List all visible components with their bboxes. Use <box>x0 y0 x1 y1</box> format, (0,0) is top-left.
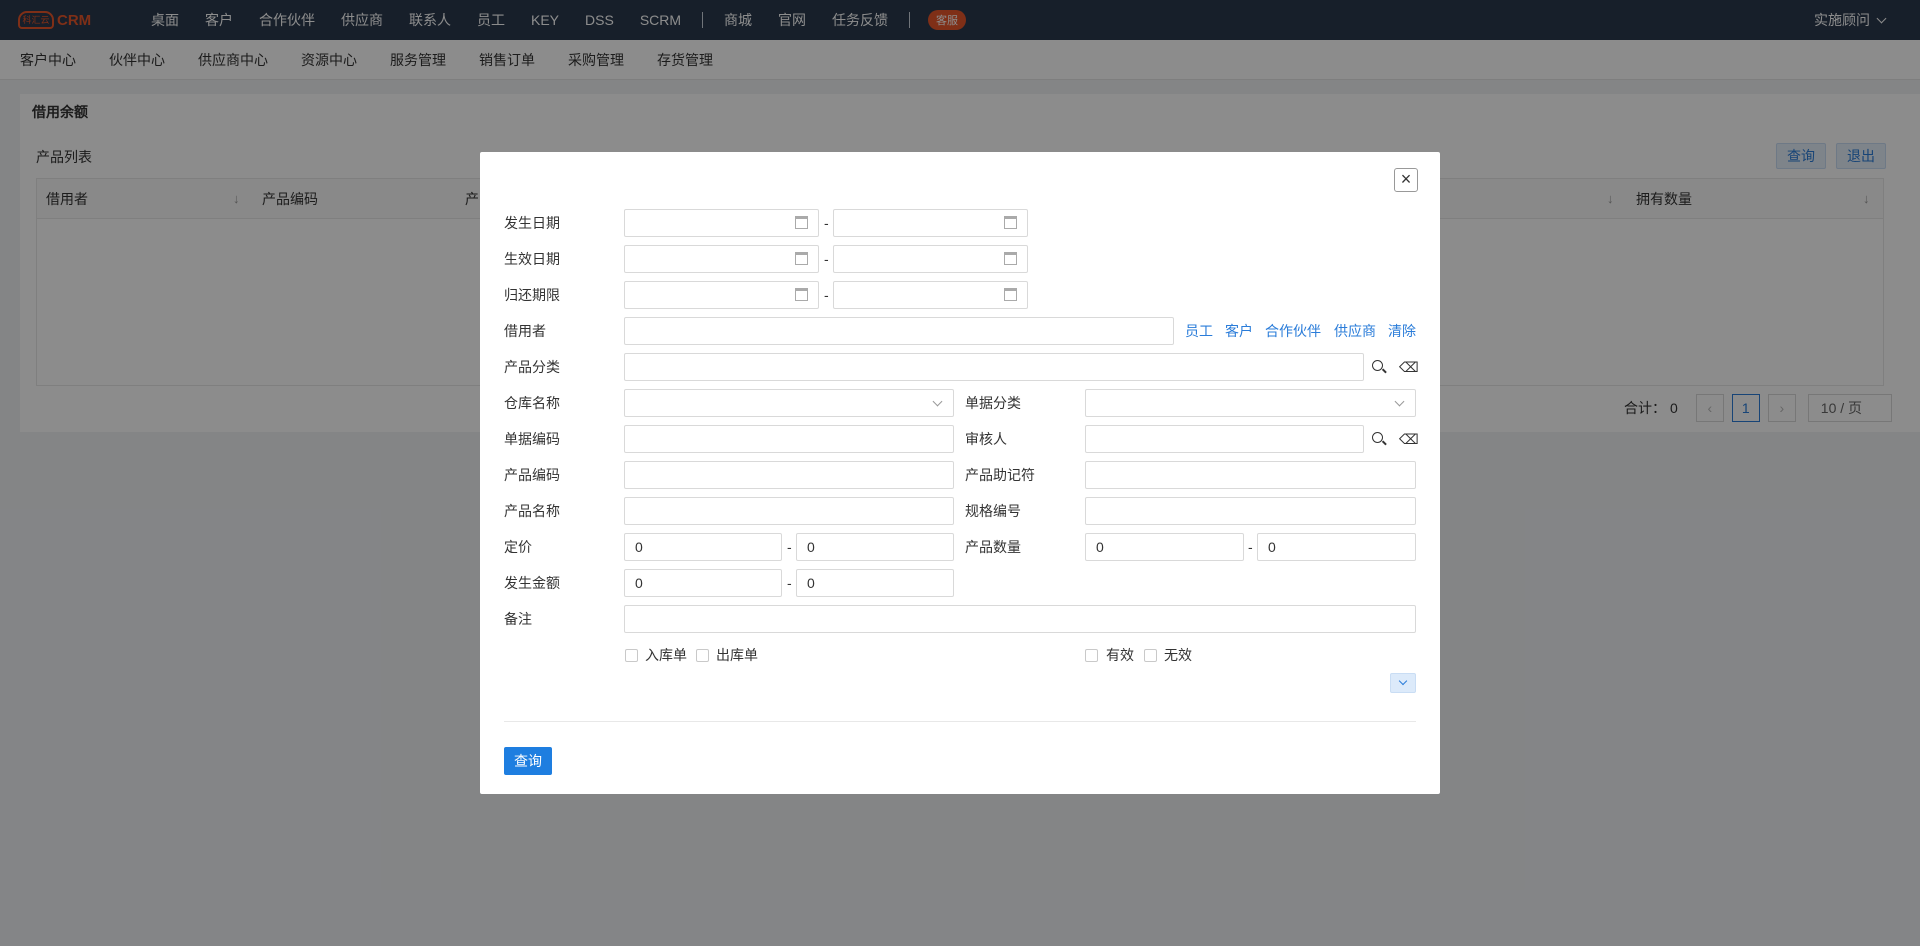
product-name-input[interactable] <box>624 497 954 525</box>
borrower-link-customer[interactable]: 客户 <box>1225 317 1253 345</box>
out-stock-label[interactable]: 出库单 <box>716 647 758 663</box>
occur-date-end-input[interactable] <box>833 209 1028 237</box>
label-doc-category: 单据分类 <box>965 395 1021 411</box>
label-warehouse-name: 仓库名称 <box>504 395 560 411</box>
qty-to-input[interactable]: 0 <box>1257 533 1416 561</box>
label-occur-amount: 发生金额 <box>504 575 560 591</box>
calendar-icon <box>1004 252 1017 265</box>
return-deadline-end-input[interactable] <box>833 281 1028 309</box>
chevron-down-icon <box>932 396 943 407</box>
close-icon[interactable]: × <box>1394 168 1418 192</box>
borrower-link-clear[interactable]: 清除 <box>1388 317 1416 345</box>
reviewer-input[interactable] <box>1085 425 1364 453</box>
remark-input[interactable] <box>624 605 1416 633</box>
label-reviewer: 审核人 <box>965 431 1007 447</box>
calendar-icon <box>795 288 808 301</box>
range-dash: - <box>824 251 829 267</box>
product-code-input[interactable] <box>624 461 954 489</box>
label-spec-no: 规格编号 <box>965 503 1021 519</box>
spec-no-input[interactable] <box>1085 497 1416 525</box>
chevron-down-icon <box>1398 676 1408 686</box>
label-product-qty: 产品数量 <box>965 539 1021 555</box>
label-product-code: 产品编码 <box>504 467 560 483</box>
doc-category-select[interactable] <box>1085 389 1416 417</box>
label-remark: 备注 <box>504 611 532 627</box>
label-doc-code: 单据编码 <box>504 431 560 447</box>
modal-query-button[interactable]: 查询 <box>504 747 552 775</box>
borrower-link-supplier[interactable]: 供应商 <box>1334 317 1376 345</box>
search-modal: × 发生日期 - 生效日期 - 归还期限 - 借用者 员工 客户 合作伙伴 供应… <box>480 152 1440 794</box>
price-to-input[interactable]: 0 <box>796 533 954 561</box>
chevron-down-icon <box>1394 396 1405 407</box>
borrower-input[interactable] <box>624 317 1174 345</box>
label-product-name: 产品名称 <box>504 503 560 519</box>
product-mnemonic-input[interactable] <box>1085 461 1416 489</box>
price-from-input[interactable]: 0 <box>624 533 782 561</box>
range-dash: - <box>824 215 829 231</box>
calendar-icon <box>1004 216 1017 229</box>
return-deadline-start-input[interactable] <box>624 281 819 309</box>
calendar-icon <box>795 216 808 229</box>
calendar-icon <box>795 252 808 265</box>
effective-date-start-input[interactable] <box>624 245 819 273</box>
invalid-checkbox[interactable] <box>1144 649 1157 662</box>
doc-code-input[interactable] <box>624 425 954 453</box>
label-effective-date: 生效日期 <box>504 251 560 267</box>
range-dash: - <box>1248 539 1253 555</box>
out-stock-checkbox[interactable] <box>696 649 709 662</box>
warehouse-select[interactable] <box>624 389 954 417</box>
valid-checkbox[interactable] <box>1085 649 1098 662</box>
borrower-link-employee[interactable]: 员工 <box>1185 317 1213 345</box>
search-icon[interactable] <box>1372 432 1387 446</box>
in-stock-checkbox[interactable] <box>625 649 638 662</box>
in-stock-label[interactable]: 入库单 <box>645 647 687 663</box>
label-list-price: 定价 <box>504 539 532 555</box>
qty-from-input[interactable]: 0 <box>1085 533 1244 561</box>
label-occur-date: 发生日期 <box>504 215 560 231</box>
effective-date-end-input[interactable] <box>833 245 1028 273</box>
eraser-icon[interactable]: ⌫ <box>1399 432 1419 446</box>
expand-more-button[interactable] <box>1390 673 1416 693</box>
product-category-input[interactable] <box>624 353 1364 381</box>
range-dash: - <box>824 287 829 303</box>
search-icon[interactable] <box>1372 360 1387 374</box>
occur-date-start-input[interactable] <box>624 209 819 237</box>
label-borrower: 借用者 <box>504 323 546 339</box>
range-dash: - <box>787 539 792 555</box>
label-product-category: 产品分类 <box>504 359 560 375</box>
amount-from-input[interactable]: 0 <box>624 569 782 597</box>
label-return-deadline: 归还期限 <box>504 287 560 303</box>
label-product-mnemonic: 产品助记符 <box>965 467 1035 483</box>
valid-label[interactable]: 有效 <box>1106 647 1134 663</box>
invalid-label[interactable]: 无效 <box>1164 647 1192 663</box>
borrower-link-partner[interactable]: 合作伙伴 <box>1265 317 1321 345</box>
eraser-icon[interactable]: ⌫ <box>1399 360 1419 374</box>
modal-footer-divider <box>504 721 1416 722</box>
amount-to-input[interactable]: 0 <box>796 569 954 597</box>
calendar-icon <box>1004 288 1017 301</box>
range-dash: - <box>787 575 792 591</box>
